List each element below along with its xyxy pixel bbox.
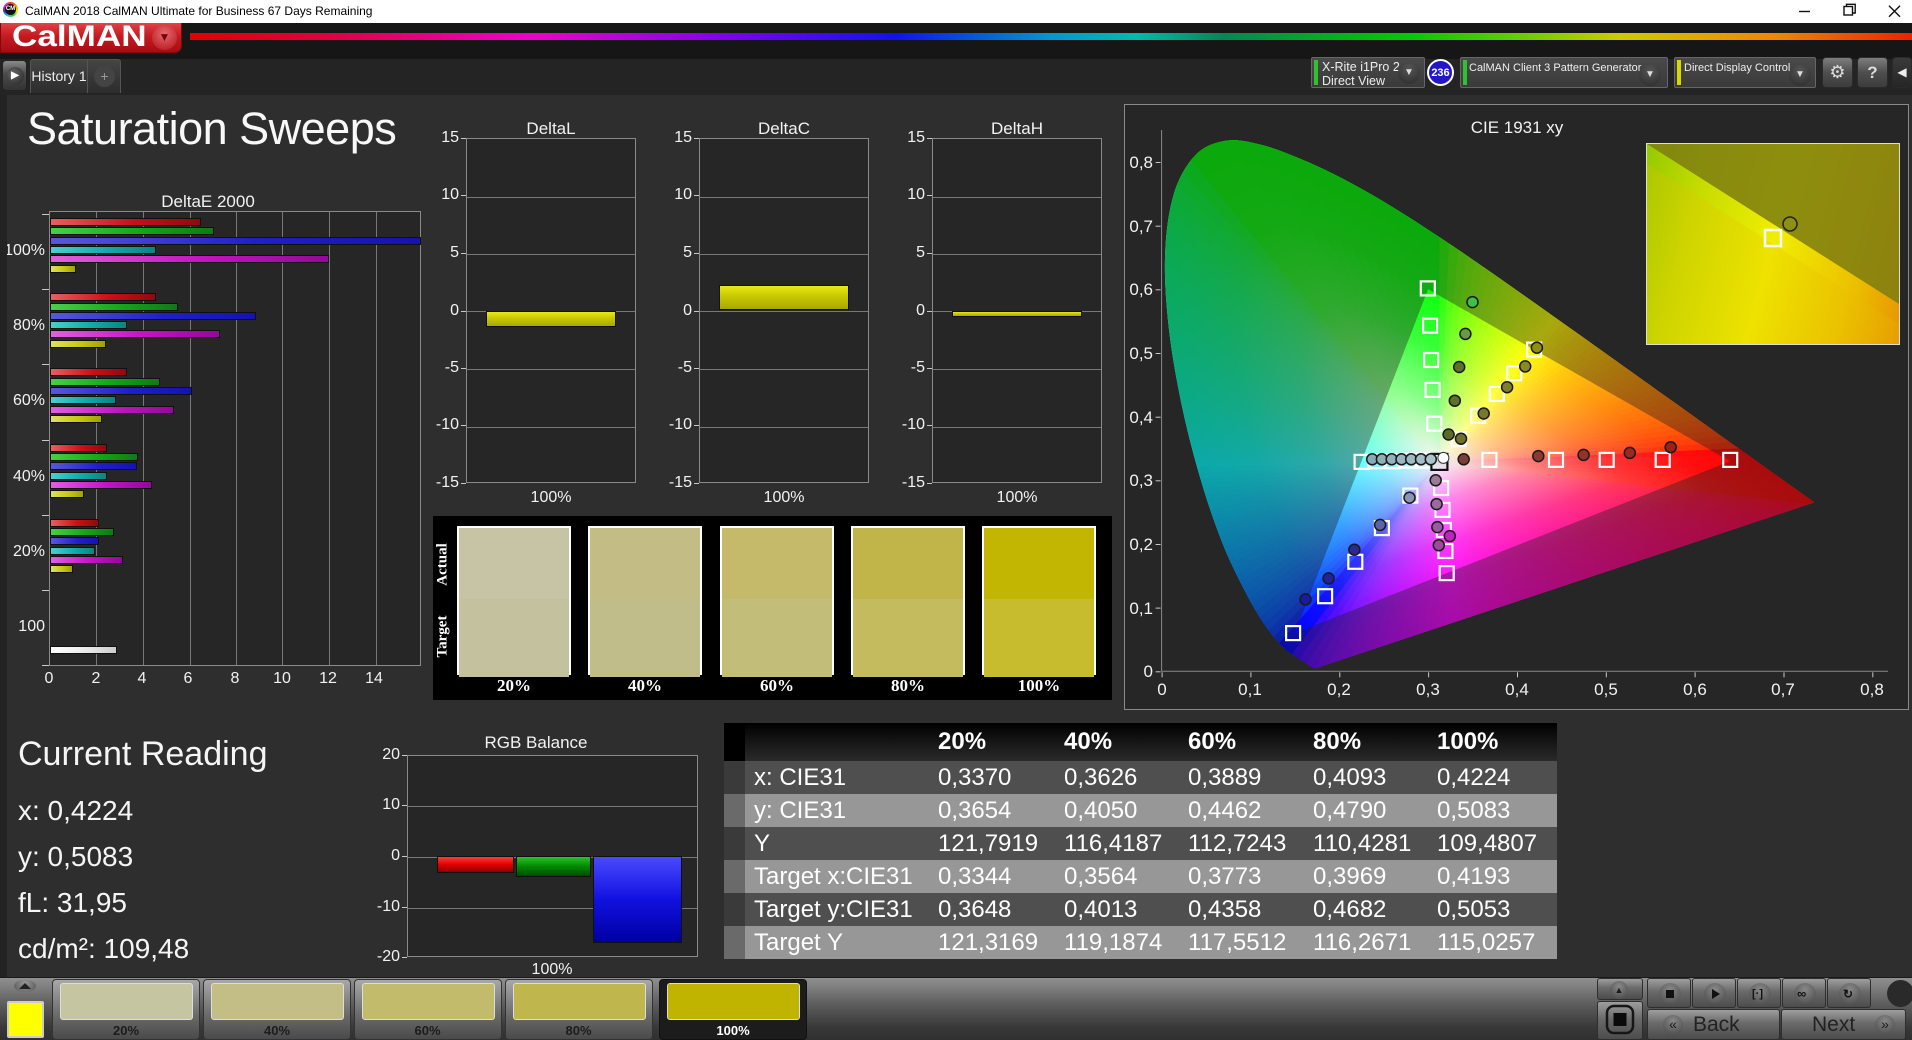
svg-text:0,7: 0,7 — [1771, 680, 1795, 699]
svg-text:0,7: 0,7 — [1129, 217, 1153, 236]
svg-text:0: 0 — [1157, 680, 1166, 699]
svg-text:0,3: 0,3 — [1416, 680, 1440, 699]
svg-text:0,6: 0,6 — [1129, 280, 1153, 299]
svg-text:0,5: 0,5 — [1129, 344, 1153, 363]
svg-text:0,3: 0,3 — [1129, 471, 1153, 490]
svg-text:0,1: 0,1 — [1129, 599, 1153, 618]
svg-text:0,2: 0,2 — [1327, 680, 1351, 699]
svg-text:0,8: 0,8 — [1860, 680, 1884, 699]
svg-text:0,4: 0,4 — [1129, 408, 1153, 427]
svg-text:0,4: 0,4 — [1505, 680, 1529, 699]
svg-text:0,5: 0,5 — [1594, 680, 1618, 699]
svg-text:0,8: 0,8 — [1129, 153, 1153, 172]
svg-text:0,1: 0,1 — [1238, 680, 1262, 699]
svg-text:0: 0 — [1144, 662, 1153, 681]
svg-text:0,6: 0,6 — [1683, 680, 1707, 699]
svg-text:0,2: 0,2 — [1129, 535, 1153, 554]
